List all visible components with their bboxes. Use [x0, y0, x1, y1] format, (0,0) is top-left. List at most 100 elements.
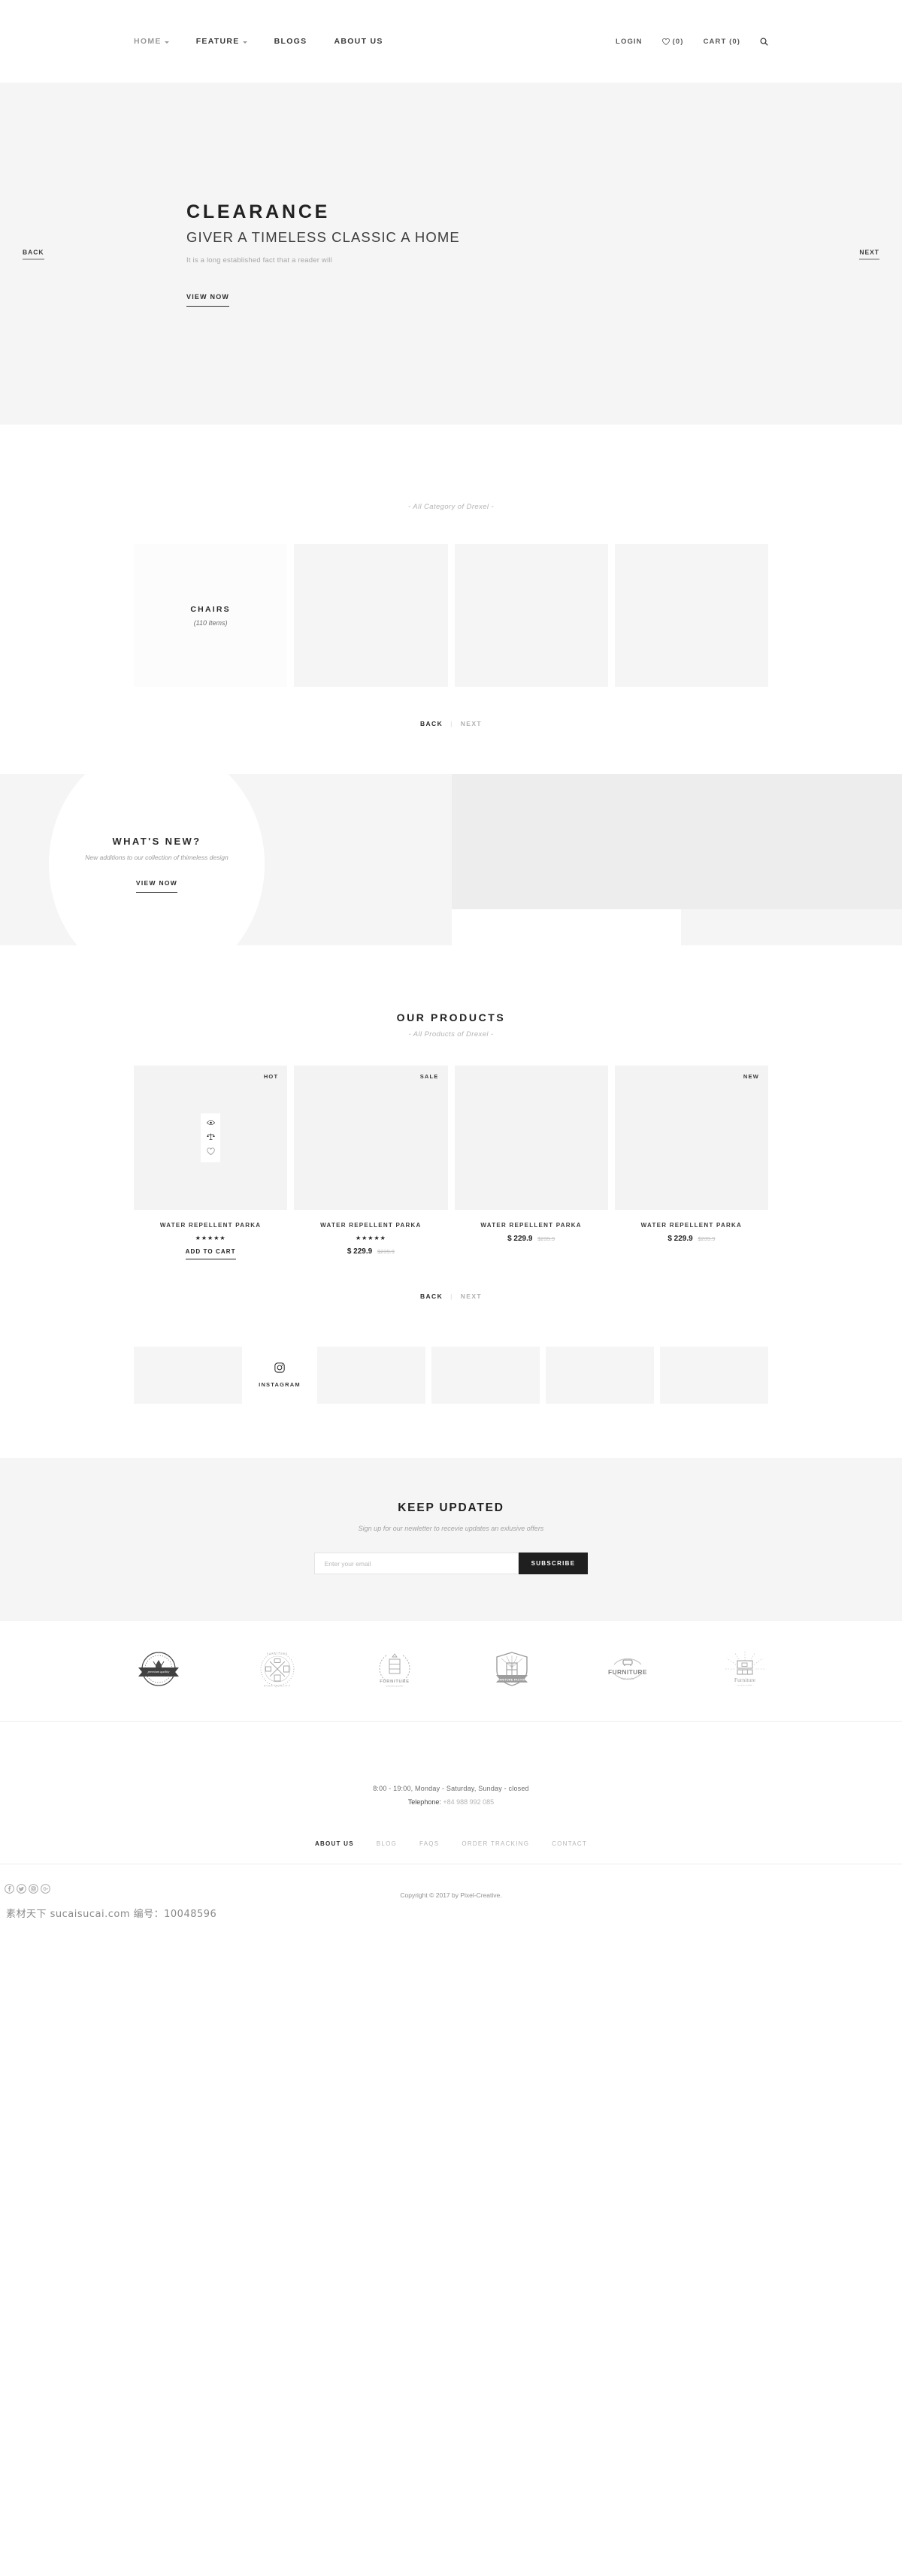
- category-pager-back[interactable]: BACK: [420, 720, 443, 727]
- login-link[interactable]: LOGIN: [616, 38, 643, 46]
- product-card[interactable]: SALE WATER REPELLENT PARKA ★★★★★ $ 229.9…: [294, 1066, 448, 1259]
- wishlist-link[interactable]: (0): [661, 37, 684, 46]
- category-card[interactable]: [294, 544, 448, 687]
- hero-subtitle: GIVER A TIMELESS CLASSIC A HOME: [186, 229, 460, 246]
- nav-item-home[interactable]: HOME: [134, 37, 169, 46]
- newsletter-form: SUBSCRIBE: [0, 1553, 902, 1574]
- add-to-cart-button[interactable]: ADD TO CART: [185, 1248, 236, 1259]
- hero-title: CLEARANCE: [186, 201, 331, 222]
- footer-link-about-us[interactable]: ABOUT US: [315, 1840, 354, 1847]
- facebook-icon[interactable]: [5, 1884, 14, 1897]
- stock-site-watermark: 素材天下 sucaisucai.com 编号：10048596: [6, 1909, 217, 1920]
- hero-back-button[interactable]: BACK: [23, 248, 44, 259]
- products-eyebrow: - All Products of Drexel -: [408, 1030, 494, 1039]
- hero-view-now-button[interactable]: VIEW NOW: [186, 293, 230, 307]
- search-icon[interactable]: [760, 38, 768, 46]
- category-grid: CHAIRS (110 Items): [0, 511, 902, 687]
- heart-icon[interactable]: [207, 1147, 215, 1156]
- newsletter-email-input[interactable]: [313, 1553, 519, 1574]
- product-thumbnail[interactable]: [454, 1066, 608, 1210]
- nav-item-about-us[interactable]: ABOUT US: [334, 37, 383, 46]
- product-thumbnail[interactable]: HOT: [134, 1066, 288, 1210]
- product-hover-actions: [201, 1113, 221, 1163]
- svg-text:HIGH QUALITY: HIGH QUALITY: [264, 1685, 291, 1688]
- footer-link-contact[interactable]: CONTACT: [552, 1840, 587, 1847]
- instagram-label-block[interactable]: INSTAGRAM: [248, 1347, 311, 1404]
- product-card[interactable]: NEW WATER REPELLENT PARKA $ 229.9 $239.9: [614, 1066, 768, 1259]
- instagram-tile[interactable]: [431, 1347, 540, 1404]
- product-card[interactable]: HOT WATER REPELLENT PARKA ★★★★★ ADD TO C…: [134, 1066, 288, 1259]
- product-price-row: $ 229.9 $239.9: [294, 1247, 447, 1256]
- whats-new-view-now-button[interactable]: VIEW NOW: [135, 879, 178, 893]
- footer-link-order-tracking[interactable]: ORDER TRACKING: [462, 1840, 529, 1847]
- products-pager-next[interactable]: NEXT: [461, 1293, 482, 1300]
- twitter-icon[interactable]: [17, 1884, 26, 1897]
- instagram-tile[interactable]: [317, 1347, 425, 1404]
- category-card-chairs[interactable]: CHAIRS (110 Items): [134, 544, 288, 687]
- brand-furniture-premium-quality-sunburst-icon[interactable]: Furniture - premium quality -: [723, 1650, 767, 1692]
- brand-logos-row: premium quality FURNITURE HIGH QUALITY F…: [0, 1621, 902, 1722]
- newsletter-subtitle: Sign up for our newletter to recevie upd…: [358, 1525, 544, 1532]
- footer-info: 8:00 - 19:00, Monday - Saturday, Sunday …: [0, 1722, 902, 1806]
- instagram-tile[interactable]: [660, 1347, 768, 1404]
- category-name: CHAIRS: [190, 604, 231, 614]
- chevron-down-icon: [242, 41, 247, 44]
- product-card[interactable]: WATER REPELLENT PARKA $ 229.9 $239.9: [454, 1066, 608, 1259]
- footer-telephone-number[interactable]: +84 988 992 085: [443, 1798, 494, 1806]
- svg-text:FURNITURE: FURNITURE: [380, 1680, 410, 1684]
- products-grid: HOT WATER REPELLENT PARKA ★★★★★ ADD TO C…: [0, 1039, 902, 1259]
- product-price: $ 229.9: [507, 1235, 533, 1243]
- product-name: WATER REPELLENT PARKA: [320, 1222, 422, 1229]
- instagram-icon[interactable]: [29, 1884, 38, 1897]
- hero-next-button[interactable]: NEXT: [859, 248, 879, 259]
- product-price-old: $239.9: [377, 1248, 395, 1255]
- page-root: HOME FEATURE BLOGS ABOUT US LOGIN (0) CA…: [0, 0, 902, 1924]
- instagram-tile[interactable]: [134, 1347, 242, 1404]
- brand-furniture-high-quality-circle-icon[interactable]: FURNITURE high quality: [607, 1651, 649, 1691]
- google-plus-icon[interactable]: [41, 1884, 50, 1897]
- whats-new-tile-bottom-left: [452, 909, 681, 945]
- cart-link[interactable]: CART (0): [704, 38, 740, 46]
- products-pager-back[interactable]: BACK: [420, 1293, 443, 1300]
- products-title: OUR PRODUCTS: [396, 1011, 506, 1023]
- brand-premium-quality-badge-icon[interactable]: premium quality: [135, 1649, 182, 1692]
- nav-item-feature[interactable]: FEATURE: [196, 37, 247, 46]
- whats-new-tile-top: [452, 774, 902, 909]
- svg-text:FURNITURE FACTORY: FURNITURE FACTORY: [495, 1678, 528, 1681]
- brand-furniture-factory-shield-icon[interactable]: FURNITURE FACTORY: [492, 1649, 532, 1692]
- category-pager: BACK | NEXT: [0, 687, 902, 727]
- footer-link-faqs[interactable]: FAQS: [419, 1840, 439, 1847]
- svg-text:- premium quality -: - premium quality -: [385, 1685, 404, 1688]
- instagram-tile[interactable]: [546, 1347, 654, 1404]
- product-price-old: $239.9: [698, 1235, 716, 1242]
- products-pager-separator: |: [450, 1293, 453, 1300]
- svg-text:high quality: high quality: [621, 1677, 634, 1680]
- hero-content: CLEARANCE GIVER A TIMELESS CLASSIC A HOM…: [0, 201, 902, 307]
- newsletter-section: KEEP UPDATED Sign up for our newletter t…: [0, 1458, 902, 1621]
- site-header: HOME FEATURE BLOGS ABOUT US LOGIN (0) CA…: [0, 0, 902, 83]
- compare-icon[interactable]: [206, 1133, 215, 1141]
- newsletter-subscribe-button[interactable]: SUBSCRIBE: [518, 1553, 589, 1574]
- footer-telephone-label: Telephone:: [407, 1798, 441, 1806]
- category-pager-next[interactable]: NEXT: [461, 720, 482, 727]
- social-links-row: [5, 1884, 50, 1897]
- product-price-old: $239.9: [537, 1235, 555, 1242]
- instagram-icon: [274, 1362, 285, 1377]
- whats-new-section: WHAT'S NEW? New additions to our collect…: [0, 744, 902, 984]
- category-card[interactable]: [454, 544, 608, 687]
- product-name: WATER REPELLENT PARKA: [159, 1222, 262, 1229]
- products-pager: BACK | NEXT: [0, 1259, 902, 1300]
- nav-item-blogs[interactable]: BLOGS: [274, 37, 307, 46]
- product-badge: HOT: [263, 1073, 279, 1080]
- wishlist-count: (0): [672, 37, 684, 46]
- footer-link-blog[interactable]: BLOG: [377, 1840, 397, 1847]
- brand-furniture-high-quality-badge-icon[interactable]: FURNITURE HIGH QUALITY: [256, 1649, 298, 1692]
- product-badge: SALE: [419, 1073, 439, 1080]
- product-price: $ 229.9: [347, 1247, 373, 1256]
- product-thumbnail[interactable]: NEW: [614, 1066, 768, 1210]
- brand-furniture-premium-quality-wreath-icon[interactable]: FURNITURE - premium quality -: [373, 1649, 416, 1692]
- eye-icon[interactable]: [206, 1120, 215, 1126]
- product-thumbnail[interactable]: SALE: [294, 1066, 448, 1210]
- primary-nav: HOME FEATURE BLOGS ABOUT US: [134, 37, 383, 46]
- category-card[interactable]: [614, 544, 768, 687]
